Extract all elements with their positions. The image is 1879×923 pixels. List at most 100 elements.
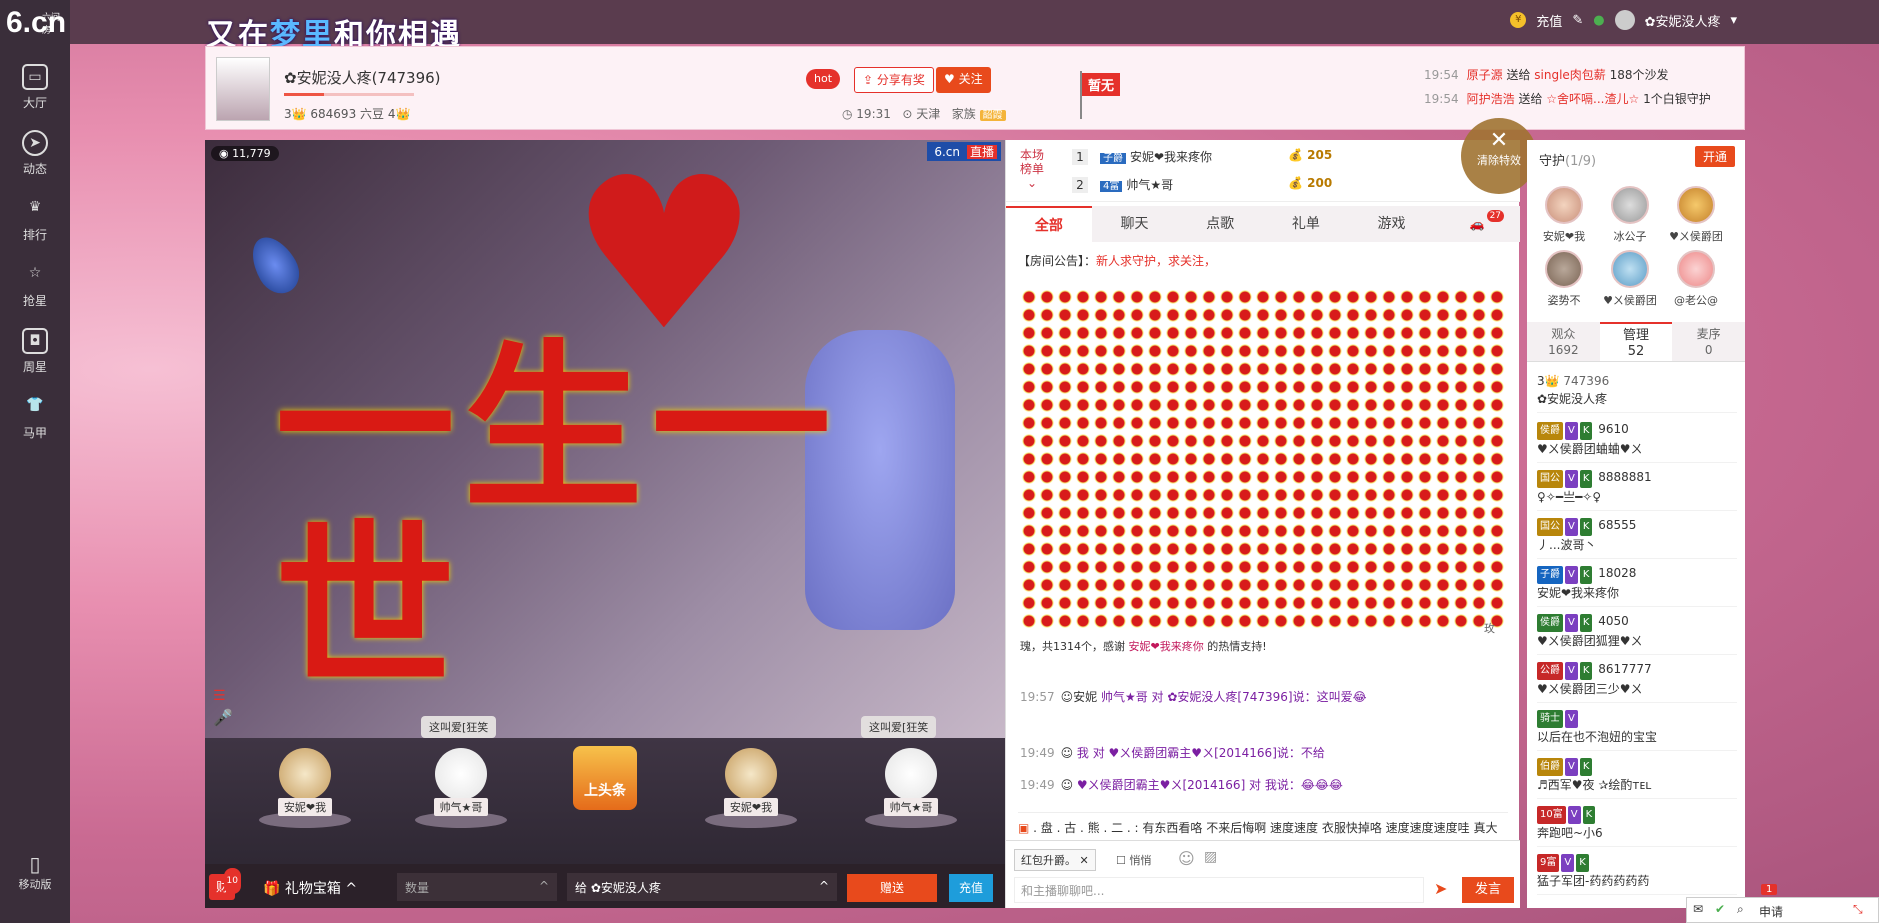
speak-button[interactable]: 发言 [1462, 877, 1514, 903]
close-icon: ✕ [1489, 128, 1509, 153]
rank-level: 4富 [1100, 181, 1123, 192]
guard-avatar[interactable]: @老公@ [1665, 250, 1727, 308]
user-row[interactable]: 3👑 747396 ✿安妮没人疼 [1537, 372, 1737, 413]
seat-avatar [279, 748, 331, 800]
username-menu[interactable]: ✿安妮没人疼 [1645, 11, 1721, 30]
user-row[interactable]: 国公 V K 8888881 ♀✧━亗━✧♀ [1537, 468, 1737, 511]
guard-avatar[interactable]: 冰公子 [1599, 186, 1661, 244]
follow-button[interactable]: ♥ 关注 [936, 67, 991, 93]
tab-songs[interactable]: 点歌 [1177, 206, 1263, 242]
check-icon[interactable]: ✔ [1715, 902, 1725, 916]
anchor-stats: 3👑 684693 六豆 4👑 [284, 107, 411, 121]
nav-item-rank[interactable]: ♛ 排行 [0, 190, 70, 250]
room-notice: 【房间公告】：新人求守护，求关注， [1018, 252, 1216, 269]
flag-badge: 暂无 [1082, 73, 1121, 96]
avatar[interactable] [1614, 10, 1635, 30]
live-badge: 6.cn 直播 [927, 142, 1001, 161]
emoji-icon[interactable]: ☺ [1178, 849, 1195, 868]
nav-item-feed[interactable]: ➤ 动态 [0, 124, 70, 184]
giftbox-button[interactable]: 🎁 礼物宝箱 ^ [263, 878, 357, 898]
clear-effects-button[interactable]: ✕ 清除特效 [1461, 118, 1537, 194]
recipient-select[interactable]: 给 ✿安妮没人疼 ^ [567, 873, 837, 901]
chevron-up-icon: ^ [818, 879, 829, 893]
quantity-input[interactable]: 数量 ^ [397, 873, 557, 901]
live-label: 直播 [966, 145, 997, 159]
whisper-checkbox[interactable]: ☐ 悄悄 [1116, 852, 1151, 868]
recharge-link[interactable]: 充值 [1536, 11, 1562, 30]
guard-avatar[interactable]: 安妮❤我 [1533, 186, 1595, 244]
user-row[interactable]: 侯爵 V K 4050 ♥ㄨ侯爵团狐狸♥ㄨ [1537, 612, 1737, 655]
user-row[interactable]: 侯爵 V K 9610 ♥ㄨ侯爵团蛐蛐♥ㄨ [1537, 420, 1737, 463]
user-row[interactable]: 子爵 V K 18028 安妮❤我来疼你 [1537, 564, 1737, 607]
nav-item-lobby[interactable]: ▭ 大厅 [0, 58, 70, 118]
phone-icon: ▯ [29, 852, 41, 876]
edit-icon[interactable]: ✎ [1572, 13, 1583, 28]
open-guard-button[interactable]: 开通 [1694, 146, 1735, 167]
guard-avatar[interactable]: ♥ㄨ侯爵团 [1665, 186, 1727, 244]
live-video[interactable]: ♥ 一生一世 ◉ 11,779 6.cn 直播 ☰ 🎤 [205, 140, 1005, 738]
seat-1[interactable]: 安妮❤我 [255, 748, 355, 828]
giftbox-label: 礼物宝箱 [284, 881, 341, 897]
seat-2[interactable]: 这叫爱[狂笑 帅气★哥 [411, 716, 511, 828]
share-button[interactable]: ⇪ 分享有奖 [854, 67, 934, 93]
tab-gifts[interactable]: 礼单 [1263, 206, 1349, 242]
recharge-button[interactable]: 充值 [949, 874, 993, 902]
chevron-down-icon[interactable]: ▾ [1730, 13, 1737, 28]
nav-item-vest[interactable]: 👕 马甲 [0, 388, 70, 448]
send-gift-button[interactable]: 赠送 [847, 874, 937, 902]
resize-icon[interactable]: ⤡ [1853, 902, 1863, 917]
tab-all[interactable]: 全部 [1006, 206, 1092, 242]
star-icon: ☆ [28, 265, 42, 281]
apply-link[interactable]: 申请 [1759, 903, 1783, 920]
recharge-label: 充值 [958, 881, 983, 895]
headline-button[interactable]: 上头条 [573, 746, 637, 810]
guard-avatar[interactable]: 姿势不 [1533, 250, 1595, 308]
tab-chat[interactable]: 聊天 [1092, 206, 1178, 242]
user-row[interactable]: 公爵 V K 8617777 ♥ㄨ侯爵团三少♥ㄨ [1537, 660, 1737, 703]
notice-text: 新人求守护，求关注， [1096, 254, 1217, 268]
tab-admins[interactable]: 管理 52 [1599, 322, 1673, 361]
seat-5[interactable]: 这叫爱[狂笑 帅气★哥 [861, 716, 961, 828]
redpacket-tag[interactable]: 红包升爵。 ✕ [1014, 849, 1096, 871]
rank-amount: 💰 200 [1288, 176, 1333, 190]
menu-icon[interactable]: ☰ [213, 688, 226, 704]
share-label: 分享有奖 [876, 73, 925, 87]
user-row[interactable]: 10富 V K 奔跑吧~小6 [1537, 804, 1737, 847]
family-tag[interactable]: 韶霞 [979, 110, 1006, 121]
search-icon[interactable]: ⌕ [1737, 902, 1744, 917]
seat-4[interactable]: 安妮❤我 [701, 748, 801, 828]
car-tab[interactable]: 🚗 27 [1434, 206, 1520, 242]
anchor-avatar[interactable] [216, 57, 270, 121]
rank-amount: 💰 205 [1288, 148, 1333, 162]
user-row[interactable]: 国公 V K 68555 丿...波哥丶 [1537, 516, 1737, 559]
send-arrow-icon[interactable]: ➤ [1434, 879, 1447, 898]
rank-row[interactable]: 1 子爵 安妮❤我来疼你 💰 205 [1072, 148, 1332, 165]
nav-label: 马甲 [22, 426, 47, 440]
site-logo[interactable]: 6.cn 六间房 [4, 6, 68, 42]
image-icon[interactable]: ▨ [1204, 849, 1217, 865]
guard-avatar[interactable]: ♥ㄨ侯爵团 [1599, 250, 1661, 308]
tab-games[interactable]: 游戏 [1349, 206, 1435, 242]
tab-audience[interactable]: 观众 1692 [1527, 322, 1600, 361]
chat-input[interactable]: 和主播聊聊吧... [1014, 877, 1424, 903]
mail-icon[interactable]: ✉ [1693, 902, 1703, 916]
rose-gift-effect [1020, 288, 1504, 628]
chat-message: 19:49 ☺ ♥ㄨ侯爵团霸主♥ㄨ[2014166] 对 我说：😂😂😂 [1020, 778, 1343, 792]
nav-item-weekstar[interactable]: ◘ 周星 [0, 322, 70, 382]
heart-icon: ♥ [944, 72, 959, 86]
user-row[interactable]: 伯爵 V K ♬西军♥夜 ✰绘酌ᴛᴇʟ [1537, 756, 1737, 799]
wallet-badge: 10 [223, 868, 241, 894]
user-row[interactable]: 9富 V K 猛子军团-药药药药药 [1537, 852, 1737, 895]
tab-mic-queue[interactable]: 麦序 0 [1672, 322, 1745, 361]
guard-panel: 守护(1/9) 开通 安妮❤我 冰公子 ♥ㄨ侯爵团 姿势不 ♥ㄨ侯爵团 @老公@… [1527, 140, 1745, 908]
user-row[interactable]: 骑士 V 以后在也不泡妞的宝宝 [1537, 708, 1737, 751]
wallet-button[interactable]: 财 10 [209, 868, 241, 900]
rank-row[interactable]: 2 4富 帅气★哥 💰 200 [1072, 176, 1332, 193]
user-head-icon: ☺ [1060, 778, 1077, 792]
rank-label[interactable]: 本场 榜单 ⌄ [1020, 148, 1044, 190]
microphone-icon[interactable]: 🎤 [213, 708, 233, 727]
mobile-version-link[interactable]: ▯ 移动版 [0, 852, 70, 902]
feed-row: 19:54 阿护浩浩 送给 ☆舍吥嗝...渣儿☆ 1个白银守护 [1424, 92, 1711, 106]
recipient-label: 给 ✿安妮没人疼 [575, 881, 661, 895]
nav-item-star[interactable]: ☆ 抢星 [0, 256, 70, 316]
